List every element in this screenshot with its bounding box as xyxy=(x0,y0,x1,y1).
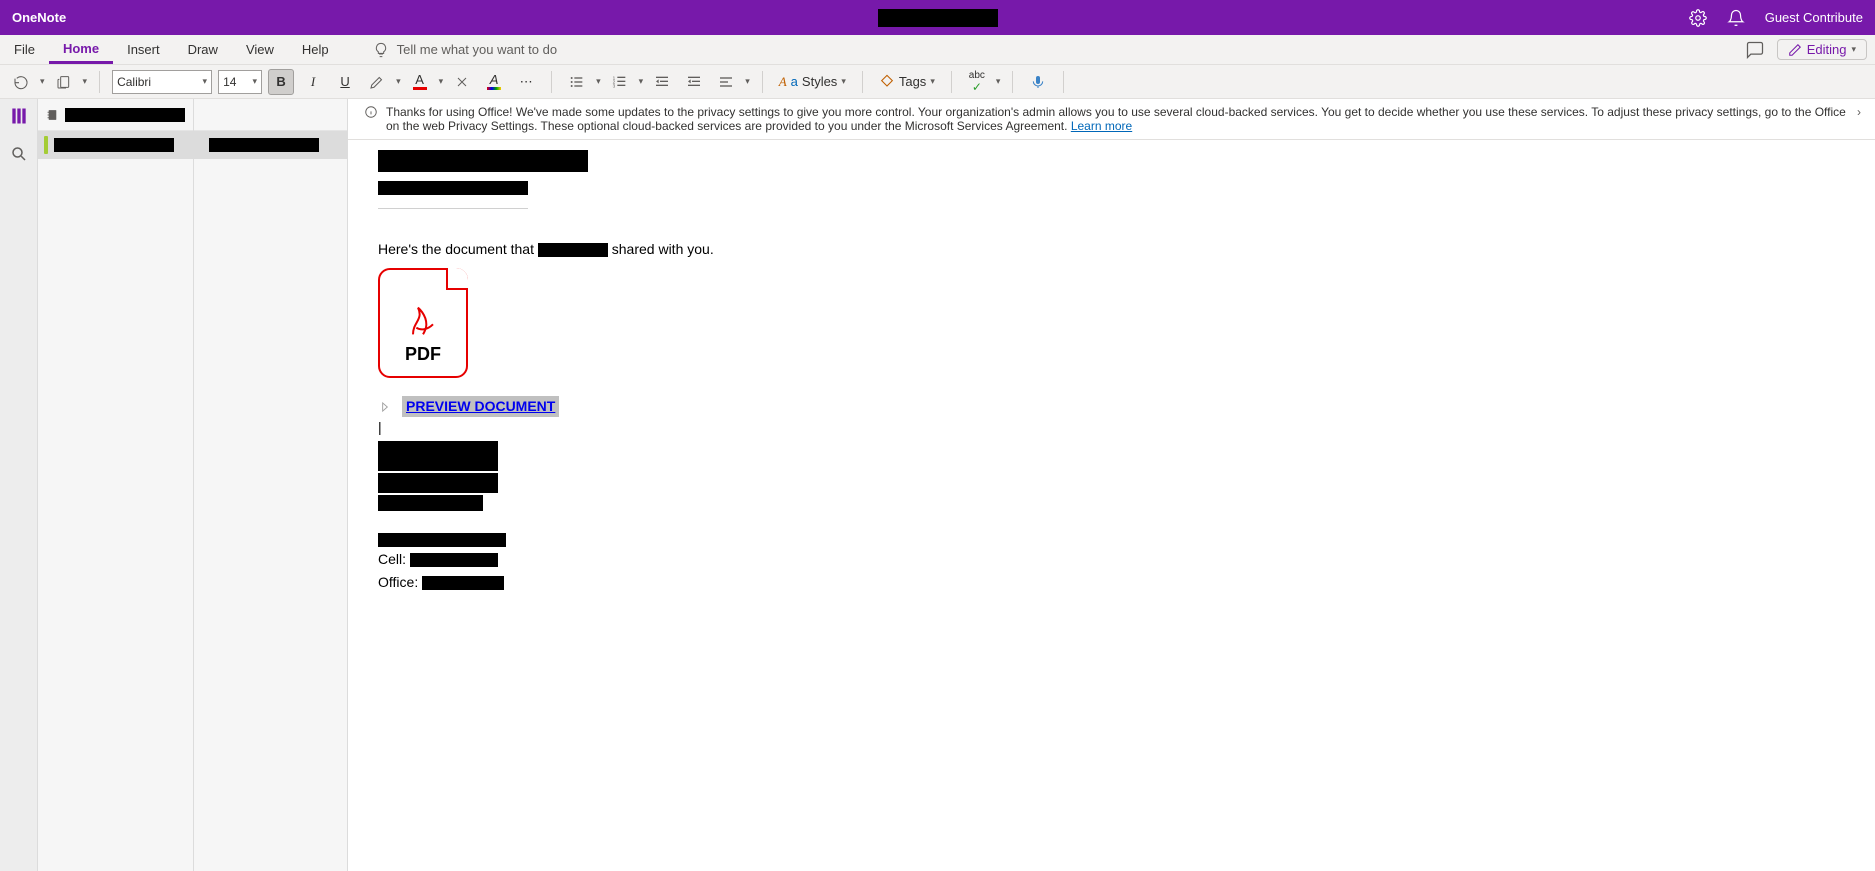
clipboard-button[interactable] xyxy=(51,69,77,95)
notebook-name-redacted: ██████████████ xyxy=(65,108,185,122)
search-icon[interactable] xyxy=(8,143,30,165)
italic-button[interactable]: I xyxy=(300,69,326,95)
main-area: ██████████████ ██████████████ ██████████… xyxy=(0,99,1875,871)
font-family-select[interactable]: Calibri ▾ xyxy=(112,70,212,94)
sig-line1-redacted: ████████████ xyxy=(378,441,498,471)
chevron-down-icon[interactable]: ▾ xyxy=(596,76,601,87)
privacy-banner: Thanks for using Office! We've made some… xyxy=(348,99,1875,140)
document-title-redacted: ██████████████████ xyxy=(878,9,998,27)
notifications-icon[interactable] xyxy=(1727,9,1745,27)
title-bar: OneNote ██████████████████ Guest Contrib… xyxy=(0,0,1875,35)
more-format-button[interactable]: ⋯ xyxy=(513,69,539,95)
banner-next-icon[interactable]: › xyxy=(1857,105,1861,133)
navigation-pane: ██████████████ ██████████████ ██████████… xyxy=(38,99,348,871)
sig-line3-redacted: ██████████ xyxy=(378,495,483,511)
chevron-down-icon[interactable]: ▾ xyxy=(439,76,444,87)
clear-format-button[interactable] xyxy=(449,69,475,95)
chevron-down-icon: ▾ xyxy=(1851,44,1856,55)
font-size-value: 14 xyxy=(223,75,236,89)
page-canvas[interactable]: Thanks for using Office! We've made some… xyxy=(348,99,1875,871)
styles-button[interactable]: Aa Styles ▾ xyxy=(775,69,850,95)
page-subtitle-redacted: ██████████████████ xyxy=(378,181,528,195)
pages-header xyxy=(194,99,347,131)
notebook-header[interactable]: ██████████████ xyxy=(38,99,193,131)
office-label: Office: xyxy=(378,572,418,593)
account-label[interactable]: Guest Contribute xyxy=(1765,10,1863,25)
notebooks-icon[interactable] xyxy=(8,105,30,127)
banner-learn-more-link[interactable]: Learn more xyxy=(1071,119,1132,133)
indent-button[interactable] xyxy=(681,69,707,95)
section-name-redacted: ██████████████ xyxy=(54,138,174,152)
chevron-down-icon: ▾ xyxy=(253,76,258,87)
cursor-position: | xyxy=(378,417,1845,435)
adobe-logo-icon xyxy=(403,301,443,341)
note-body[interactable]: ███████████████████████ ████████████████… xyxy=(348,140,1875,605)
chevron-down-icon[interactable]: ▾ xyxy=(40,76,45,87)
chevron-down-icon[interactable]: ▾ xyxy=(745,76,750,87)
section-item[interactable]: ██████████████ xyxy=(38,131,193,159)
app-name: OneNote xyxy=(12,10,66,25)
tab-file[interactable]: File xyxy=(0,35,49,64)
tell-me-placeholder: Tell me what you want to do xyxy=(397,42,557,57)
pdf-attachment-icon[interactable]: PDF xyxy=(378,268,468,378)
chevron-down-icon: ▾ xyxy=(841,76,846,87)
dictate-button[interactable] xyxy=(1025,69,1051,95)
svg-text:3: 3 xyxy=(612,83,615,88)
ribbon-tabs: File Home Insert Draw View Help Tell me … xyxy=(0,35,1875,65)
body-line-suffix: shared with you. xyxy=(612,241,714,257)
editing-mode-button[interactable]: Editing ▾ xyxy=(1777,39,1867,60)
chevron-down-icon: ▾ xyxy=(203,76,208,87)
chevron-down-icon: ▾ xyxy=(930,76,935,87)
section-color-bar xyxy=(44,136,48,154)
page-name-redacted: ██████████████ xyxy=(209,138,319,152)
sig-line4-redacted: █████████████ xyxy=(378,533,506,547)
tab-draw[interactable]: Draw xyxy=(174,35,232,64)
lightbulb-icon xyxy=(373,42,389,58)
highlight-button[interactable] xyxy=(364,69,390,95)
numbered-list-button[interactable]: 123 xyxy=(607,69,633,95)
chevron-down-icon[interactable]: ▾ xyxy=(996,76,1001,87)
page-title-redacted: ███████████████████████ xyxy=(378,150,588,172)
page-item[interactable]: ██████████████ xyxy=(194,131,347,159)
editing-mode-label: Editing xyxy=(1807,42,1847,57)
tab-help[interactable]: Help xyxy=(288,35,343,64)
body-line: Here's the document that █████████ share… xyxy=(378,239,1845,260)
chevron-down-icon[interactable]: ▾ xyxy=(396,76,401,87)
align-button[interactable] xyxy=(713,69,739,95)
tags-button[interactable]: Tags ▾ xyxy=(875,69,939,95)
underline-button[interactable]: U xyxy=(332,69,358,95)
font-family-value: Calibri xyxy=(117,75,151,89)
sig-line2-redacted: ████████████ xyxy=(378,473,498,493)
cell-value-redacted: █████████ xyxy=(410,553,498,567)
container-handle-icon[interactable] xyxy=(378,400,392,414)
tags-label: Tags xyxy=(899,74,926,89)
formatting-toolbar: ▾ ▾ Calibri ▾ 14 ▾ B I U ▾ A ▾ A ⋯ ▾ 123… xyxy=(0,65,1875,99)
catch-up-icon[interactable] xyxy=(1745,40,1765,60)
settings-icon[interactable] xyxy=(1689,9,1707,27)
tell-me-search[interactable]: Tell me what you want to do xyxy=(373,42,557,58)
bulleted-list-button[interactable] xyxy=(564,69,590,95)
font-size-select[interactable]: 14 ▾ xyxy=(218,70,262,94)
outdent-button[interactable] xyxy=(649,69,675,95)
bold-button[interactable]: B xyxy=(268,69,294,95)
tab-view[interactable]: View xyxy=(232,35,288,64)
styles-label: Styles xyxy=(802,74,837,89)
left-rail xyxy=(0,99,38,871)
cell-label: Cell: xyxy=(378,549,406,570)
pdf-label: PDF xyxy=(405,341,441,368)
tab-home[interactable]: Home xyxy=(49,35,113,64)
format-painter-button[interactable]: A xyxy=(481,69,507,95)
spellcheck-button[interactable]: abc✓ xyxy=(964,69,990,95)
preview-document-link[interactable]: PREVIEW DOCUMENT xyxy=(402,396,559,417)
tab-insert[interactable]: Insert xyxy=(113,35,174,64)
body-line-prefix: Here's the document that xyxy=(378,241,534,257)
undo-button[interactable] xyxy=(8,69,34,95)
chevron-down-icon[interactable]: ▾ xyxy=(639,76,644,87)
chevron-down-icon[interactable]: ▾ xyxy=(83,76,88,87)
info-icon xyxy=(364,105,378,133)
signature-block: ████████████ ████████████ ██████████ ███… xyxy=(378,441,1845,593)
font-color-button[interactable]: A xyxy=(407,69,433,95)
office-value-redacted: ████████ xyxy=(422,576,504,590)
body-line-mid-redacted: █████████ xyxy=(538,243,608,257)
